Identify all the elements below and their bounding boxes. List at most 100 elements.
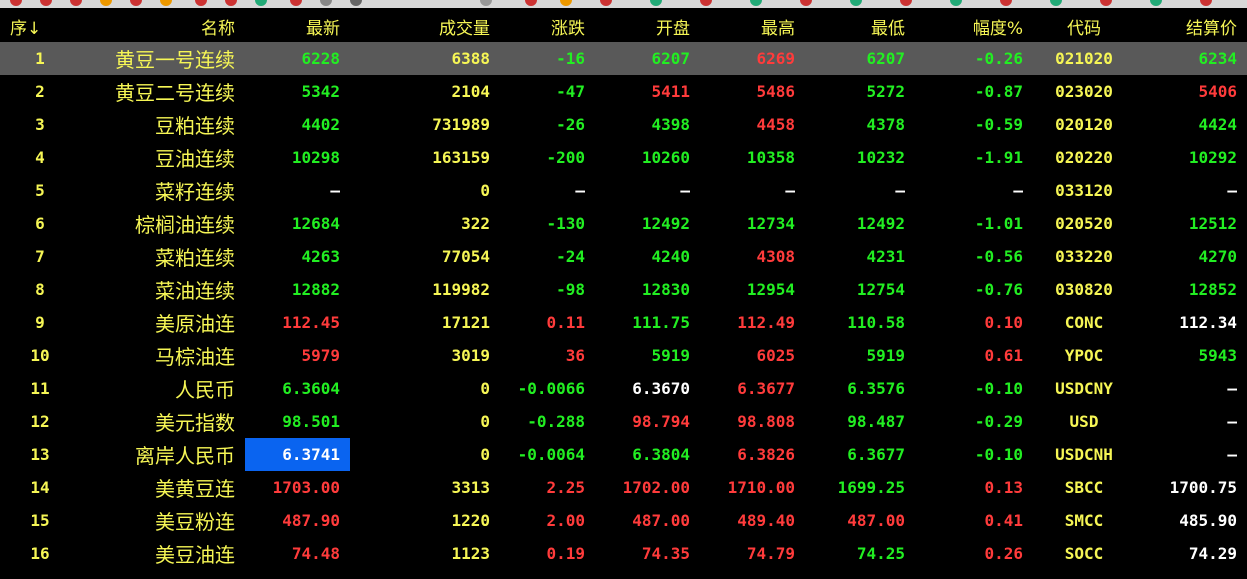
instrument-name-cell[interactable]: 豆油连续 <box>80 141 245 174</box>
toolbar-icon[interactable] <box>10 0 22 6</box>
instrument-code-cell[interactable]: 030820 <box>1033 273 1135 306</box>
open-price-cell[interactable]: 5919 <box>595 339 700 372</box>
change-percent-cell[interactable]: -0.76 <box>915 273 1033 306</box>
price-change-cell[interactable]: -200 <box>500 141 595 174</box>
last-price-cell[interactable]: 98.501 <box>245 405 350 438</box>
last-price-cell[interactable]: 12882 <box>245 273 350 306</box>
instrument-name-cell[interactable]: 美豆粉连 <box>80 504 245 537</box>
row-index-cell[interactable]: 9 <box>0 306 80 339</box>
price-change-cell[interactable]: -0.0066 <box>500 372 595 405</box>
settle-price-cell[interactable]: 12852 <box>1135 273 1247 306</box>
last-price-cell[interactable]: — <box>245 174 350 207</box>
instrument-code-cell[interactable]: SBCC <box>1033 471 1135 504</box>
change-percent-cell[interactable]: -0.29 <box>915 405 1033 438</box>
high-price-cell[interactable]: 112.49 <box>700 306 805 339</box>
price-change-cell[interactable]: 2.00 <box>500 504 595 537</box>
low-price-cell[interactable]: 12754 <box>805 273 915 306</box>
high-price-cell[interactable]: — <box>700 174 805 207</box>
volume-cell[interactable]: 0 <box>350 174 500 207</box>
column-header-volume[interactable]: 成交量 <box>350 10 500 42</box>
row-index-cell[interactable]: 2 <box>0 75 80 108</box>
low-price-cell[interactable]: 487.00 <box>805 504 915 537</box>
row-index-cell[interactable]: 3 <box>0 108 80 141</box>
settle-price-cell[interactable]: 1700.75 <box>1135 471 1247 504</box>
row-index-cell[interactable]: 16 <box>0 537 80 570</box>
settle-price-cell[interactable]: 112.34 <box>1135 306 1247 339</box>
table-row[interactable]: 2 黄豆二号连续 5342 2104 -47 5411 5486 5272 -0.87 02302… <box>0 75 1247 108</box>
low-price-cell[interactable]: 4378 <box>805 108 915 141</box>
instrument-code-cell[interactable]: 021020 <box>1033 42 1135 75</box>
last-price-cell[interactable]: 1703.00 <box>245 471 350 504</box>
volume-cell[interactable]: 1220 <box>350 504 500 537</box>
price-change-cell[interactable]: 0.19 <box>500 537 595 570</box>
toolbar-icon[interactable] <box>1050 0 1062 6</box>
low-price-cell[interactable]: 4231 <box>805 240 915 273</box>
table-row[interactable]: 5 菜籽连续 —0— — — — —033120— <box>0 174 1247 207</box>
low-price-cell[interactable]: 5272 <box>805 75 915 108</box>
instrument-name-cell[interactable]: 美豆油连 <box>80 537 245 570</box>
toolbar-icon[interactable] <box>850 0 862 6</box>
open-price-cell[interactable]: 98.794 <box>595 405 700 438</box>
instrument-name-cell[interactable]: 菜籽连续 <box>80 174 245 207</box>
toolbar-icon[interactable] <box>290 0 302 6</box>
change-percent-cell[interactable]: -0.10 <box>915 438 1033 471</box>
volume-cell[interactable]: 163159 <box>350 141 500 174</box>
toolbar-icon[interactable] <box>700 0 712 6</box>
low-price-cell[interactable]: 110.58 <box>805 306 915 339</box>
volume-cell[interactable]: 119982 <box>350 273 500 306</box>
volume-cell[interactable]: 2104 <box>350 75 500 108</box>
row-index-cell[interactable]: 10 <box>0 339 80 372</box>
last-price-cell[interactable]: 6.3741 <box>245 438 350 471</box>
volume-cell[interactable]: 0 <box>350 405 500 438</box>
change-percent-cell[interactable]: -0.10 <box>915 372 1033 405</box>
open-price-cell[interactable]: 6207 <box>595 42 700 75</box>
row-index-cell[interactable]: 7 <box>0 240 80 273</box>
toolbar-icon[interactable] <box>525 0 537 6</box>
open-price-cell[interactable]: 487.00 <box>595 504 700 537</box>
table-row[interactable]: 11 人民币 6.3604 0 -0.0066 6.3670 6.3677 6.3576 -0.… <box>0 372 1247 405</box>
settle-price-cell[interactable]: 6234 <box>1135 42 1247 75</box>
last-price-cell[interactable]: 74.48 <box>245 537 350 570</box>
toolbar-icon[interactable] <box>900 0 912 6</box>
change-percent-cell[interactable]: -1.01 <box>915 207 1033 240</box>
open-price-cell[interactable]: 12830 <box>595 273 700 306</box>
instrument-code-cell[interactable]: 033220 <box>1033 240 1135 273</box>
volume-cell[interactable]: 731989 <box>350 108 500 141</box>
high-price-cell[interactable]: 6025 <box>700 339 805 372</box>
instrument-code-cell[interactable]: SMCC <box>1033 504 1135 537</box>
row-index-cell[interactable]: 8 <box>0 273 80 306</box>
toolbar-icon[interactable] <box>1200 0 1212 6</box>
low-price-cell[interactable]: 10232 <box>805 141 915 174</box>
low-price-cell[interactable]: — <box>805 174 915 207</box>
price-change-cell[interactable]: -26 <box>500 108 595 141</box>
toolbar-icon[interactable] <box>40 0 52 6</box>
instrument-name-cell[interactable]: 马棕油连 <box>80 339 245 372</box>
toolbar-icon[interactable] <box>800 0 812 6</box>
row-index-cell[interactable]: 15 <box>0 504 80 537</box>
open-price-cell[interactable]: 6.3670 <box>595 372 700 405</box>
open-price-cell[interactable]: 74.35 <box>595 537 700 570</box>
settle-price-cell[interactable]: 5406 <box>1135 75 1247 108</box>
instrument-name-cell[interactable]: 人民币 <box>80 372 245 405</box>
settle-price-cell[interactable]: — <box>1135 405 1247 438</box>
volume-cell[interactable]: 77054 <box>350 240 500 273</box>
instrument-code-cell[interactable]: USDCNY <box>1033 372 1135 405</box>
table-row[interactable]: 13 离岸人民币 6.3741 0 -0.0064 6.3804 6.3826 6.3677-… <box>0 438 1247 471</box>
settle-price-cell[interactable]: — <box>1135 438 1247 471</box>
row-index-cell[interactable]: 1 <box>0 42 80 75</box>
last-price-cell[interactable]: 5979 <box>245 339 350 372</box>
volume-cell[interactable]: 0 <box>350 372 500 405</box>
change-percent-cell[interactable]: -0.87 <box>915 75 1033 108</box>
column-header-open[interactable]: 开盘 <box>595 10 700 42</box>
instrument-name-cell[interactable]: 菜粕连续 <box>80 240 245 273</box>
settle-price-cell[interactable]: 5943 <box>1135 339 1247 372</box>
instrument-code-cell[interactable]: USD <box>1033 405 1135 438</box>
change-percent-cell[interactable]: — <box>915 174 1033 207</box>
open-price-cell[interactable]: 6.3804 <box>595 438 700 471</box>
low-price-cell[interactable]: 6.3677 <box>805 438 915 471</box>
low-price-cell[interactable]: 12492 <box>805 207 915 240</box>
high-price-cell[interactable]: 6269 <box>700 42 805 75</box>
price-change-cell[interactable]: 36 <box>500 339 595 372</box>
toolbar-icon[interactable] <box>160 0 172 6</box>
high-price-cell[interactable]: 12734 <box>700 207 805 240</box>
